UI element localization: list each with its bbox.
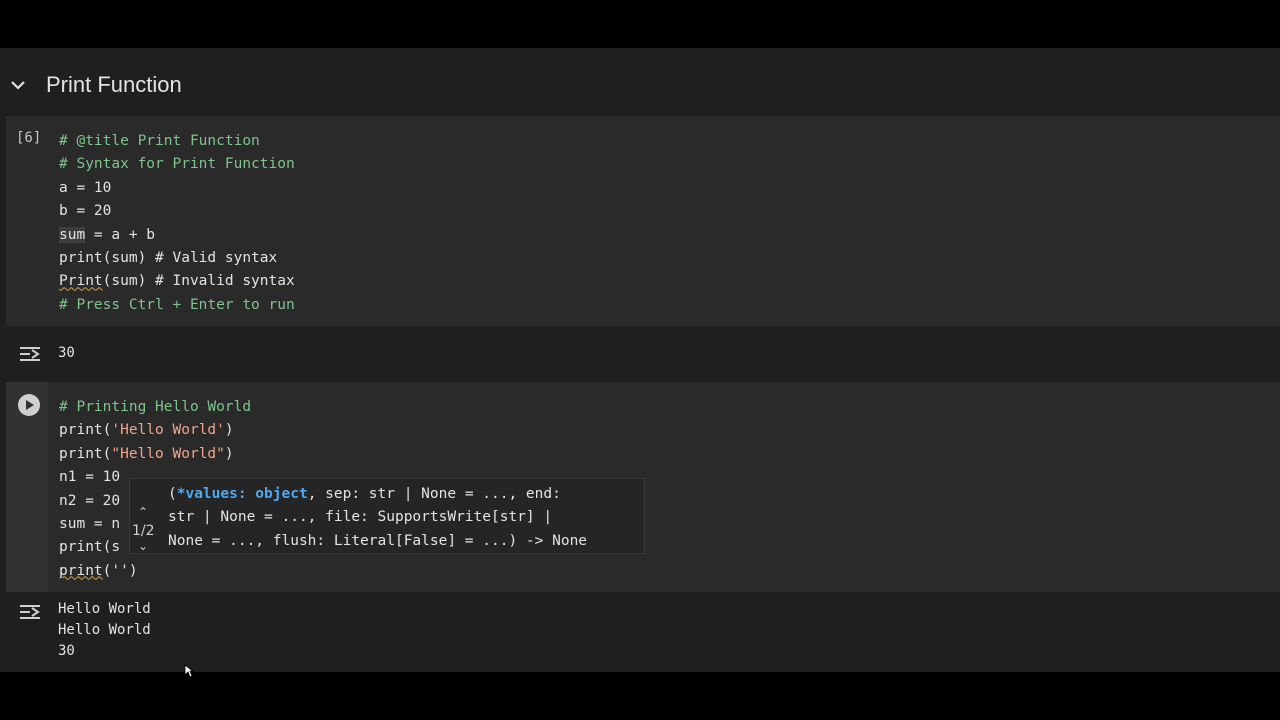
cell-output-2: Hello World Hello World 30 (0, 592, 1280, 672)
code-line: # Syntax for Print Function (59, 156, 295, 173)
cell-output-1: 30 (0, 326, 1280, 382)
signature-nav: ⌃ 1/2 ⌄ (130, 479, 166, 555)
output-text: 30 (58, 345, 75, 361)
string-token: 'Hello World' (111, 422, 225, 439)
code-line: b = 20 (59, 203, 112, 220)
code-token: print( (59, 422, 112, 439)
signature-help-popup: ⌃ 1/2 ⌄ (*values: object, sep: str | Non… (129, 478, 645, 554)
chevron-down-icon[interactable] (8, 78, 28, 94)
code-line: # Printing Hello World (59, 399, 252, 415)
code-cell-1[interactable]: [6] # @title Print Function # Syntax for … (6, 116, 1280, 326)
signature-text: (*values: object, sep: str | None = ...,… (168, 483, 587, 553)
execution-count: [6] (16, 130, 42, 146)
code-line: # @title Print Function (59, 133, 260, 149)
code-token: print( (59, 445, 112, 462)
play-icon[interactable] (18, 394, 40, 416)
code-line: a = 10 (59, 179, 112, 196)
code-line: print('') (59, 560, 251, 583)
error-token: print (59, 562, 103, 579)
section-title[interactable]: Print Function (46, 72, 182, 98)
output-toggle-icon[interactable] (18, 344, 42, 364)
error-token: Print (59, 273, 103, 290)
signature-token: ( (168, 486, 177, 502)
output-line: Hello World (58, 601, 151, 617)
signature-counter: 1/2 (132, 523, 155, 539)
code-token: ) (224, 422, 234, 439)
mouse-pointer-icon (184, 664, 194, 678)
code-token: ('') (102, 562, 138, 579)
signature-line: (*values: object, sep: str | None = ...,… (168, 486, 561, 502)
chevron-down-icon[interactable]: ⌄ (138, 539, 148, 553)
output-toggle-icon[interactable] (18, 602, 42, 622)
output-line: 30 (58, 643, 75, 659)
code-token: = a + b (85, 226, 156, 243)
string-token: "Hello World" (111, 445, 225, 462)
code-line: # Press Ctrl + Enter to run (59, 296, 295, 313)
code-line: print(sum) # Valid syntax (59, 249, 278, 266)
run-gutter (6, 382, 48, 592)
chevron-up-icon[interactable]: ⌃ (138, 505, 148, 519)
notebook-area: Print Function [6] # @title Print Functi… (0, 48, 1280, 678)
code-token: ) (224, 445, 234, 462)
highlighted-token: sum (59, 226, 86, 243)
section-header: Print Function (0, 48, 1280, 120)
signature-line: None = ..., flush: Literal[False] = ...)… (168, 532, 588, 549)
code-line: Print(sum) # Invalid syntax (59, 270, 295, 293)
code-line: print("Hello World") (59, 443, 251, 466)
code-line: print('Hello World') (59, 419, 251, 442)
signature-line: str | None = ..., file: SupportsWrite[st… (168, 509, 553, 526)
signature-token: , sep: str | None = ..., end: (307, 486, 561, 502)
output-line: Hello World (58, 622, 151, 638)
code-token: (sum) # Invalid syntax (102, 273, 295, 290)
active-parameter: *values: object (176, 486, 308, 502)
code-editor[interactable]: # @title Print Function # Syntax for Prin… (59, 130, 295, 317)
code-line: sum = a + b (59, 224, 295, 247)
